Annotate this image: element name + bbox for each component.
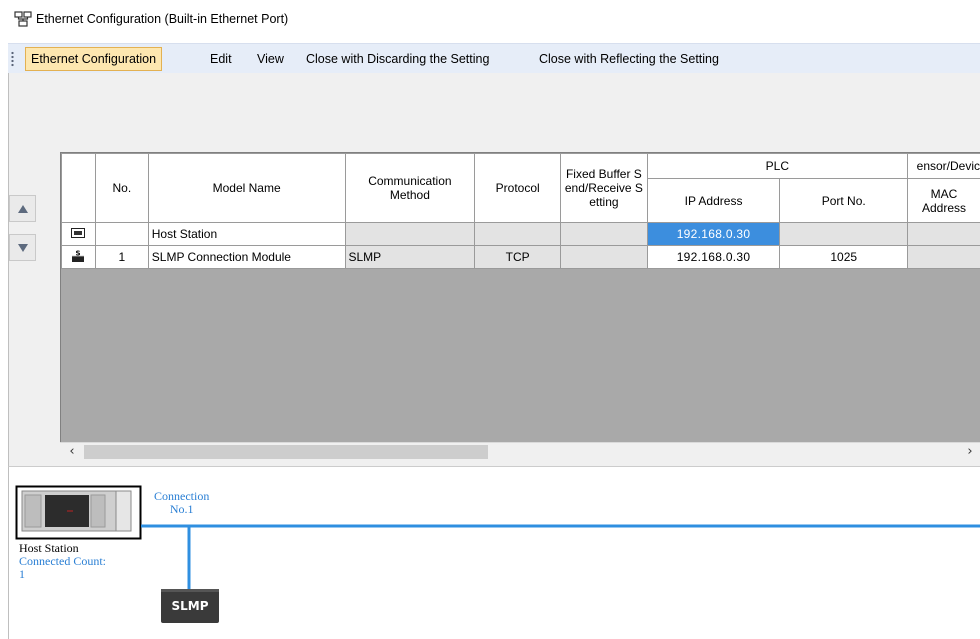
host-station-caption: Host Station Connected Count: 1 — [19, 542, 106, 581]
connection-label: Connection No.1 — [154, 490, 209, 516]
header-icon-col — [61, 153, 96, 223]
toolbar-grip[interactable] — [11, 51, 14, 67]
cell-mac-address[interactable] — [906, 222, 980, 246]
configuration-work-area: No. Model Name Communication Method Prot… — [8, 73, 980, 466]
cell-no[interactable]: 1 — [94, 245, 149, 269]
module-list-grid: No. Model Name Communication Method Prot… — [60, 152, 980, 442]
triangle-down-icon — [18, 244, 28, 252]
row-icon-cell: S — [61, 245, 96, 269]
title-bar: Ethernet Configuration (Built-in Etherne… — [0, 0, 980, 40]
header-no: No. — [94, 153, 149, 223]
row-icon-cell — [61, 222, 96, 246]
cell-model-name[interactable]: Host Station — [147, 222, 346, 246]
header-mac-address-text: MAC Address — [921, 186, 966, 215]
cell-no[interactable] — [94, 222, 149, 246]
connection-label-line2: No.1 — [169, 502, 194, 516]
horizontal-scrollbar[interactable]: ‹ › — [60, 442, 980, 460]
move-down-button[interactable] — [9, 234, 36, 261]
cell-port-no[interactable] — [779, 222, 908, 246]
network-config-icon — [14, 11, 32, 27]
move-up-button[interactable] — [9, 195, 36, 222]
triangle-up-icon — [18, 205, 28, 213]
menu-edit[interactable]: Edit — [204, 47, 238, 71]
header-mac-address: MAC Address — [906, 178, 980, 223]
menu-ethernet-configuration[interactable]: Ethernet Configuration — [25, 47, 163, 71]
table-row[interactable]: S 1 SLMP Connection Module SLMP TCP 192.… — [61, 245, 980, 269]
cell-communication-method[interactable]: SLMP — [344, 245, 476, 269]
menu-bar: Ethernet Configuration Edit View Close w… — [8, 43, 980, 73]
header-port-no: Port No. — [779, 178, 908, 223]
cell-port-no[interactable]: 1025 — [779, 245, 908, 269]
slmp-module-label[interactable]: SLMP — [161, 589, 219, 623]
network-diagram: Connection No.1 Host Station Connected C… — [8, 466, 980, 639]
header-plc-group: PLC — [646, 153, 908, 179]
cell-fixed-buffer[interactable] — [560, 222, 648, 246]
cell-protocol[interactable]: TCP — [474, 245, 562, 269]
menu-close-reflect[interactable]: Close with Reflecting the Setting — [533, 47, 725, 71]
host-station-icon — [71, 227, 86, 238]
scroll-thumb[interactable] — [84, 445, 488, 459]
header-model-name: Model Name — [147, 153, 346, 223]
header-sensor-group: ensor/Devic — [906, 153, 980, 179]
cell-ip-address[interactable]: 192.168.0.30 — [646, 222, 781, 246]
connected-count-label: Connected Count: — [19, 554, 106, 568]
connected-count-value: 1 — [19, 567, 25, 581]
cell-communication-method[interactable] — [344, 222, 476, 246]
header-ip-address: IP Address — [646, 178, 781, 223]
table-row[interactable]: Host Station 192.168.0.30 — [61, 222, 980, 246]
header-communication-method: Communication Method — [344, 153, 476, 223]
scroll-right-icon[interactable]: › — [963, 445, 977, 459]
scroll-left-icon[interactable]: ‹ — [65, 445, 79, 459]
cell-fixed-buffer[interactable] — [560, 245, 648, 269]
menu-close-discard[interactable]: Close with Discarding the Setting — [300, 47, 495, 71]
module-table: No. Model Name Communication Method Prot… — [61, 153, 980, 269]
header-communication-method-text: Communication Method — [368, 174, 452, 202]
cell-ip-address[interactable]: 192.168.0.30 — [646, 245, 781, 269]
header-fixed-buffer-text: Fixed Buffer Send/Receive Setting — [564, 167, 643, 209]
cell-model-name[interactable]: SLMP Connection Module — [147, 245, 346, 269]
cell-mac-address[interactable] — [906, 245, 980, 269]
header-protocol: Protocol — [474, 153, 562, 223]
host-station-node[interactable] — [15, 485, 142, 540]
window-title: Ethernet Configuration (Built-in Etherne… — [36, 12, 289, 26]
slmp-module-icon: S — [72, 249, 85, 262]
menu-view[interactable]: View — [251, 47, 290, 71]
header-fixed-buffer: Fixed Buffer Send/Receive Setting — [560, 153, 648, 223]
cell-protocol[interactable] — [474, 222, 562, 246]
